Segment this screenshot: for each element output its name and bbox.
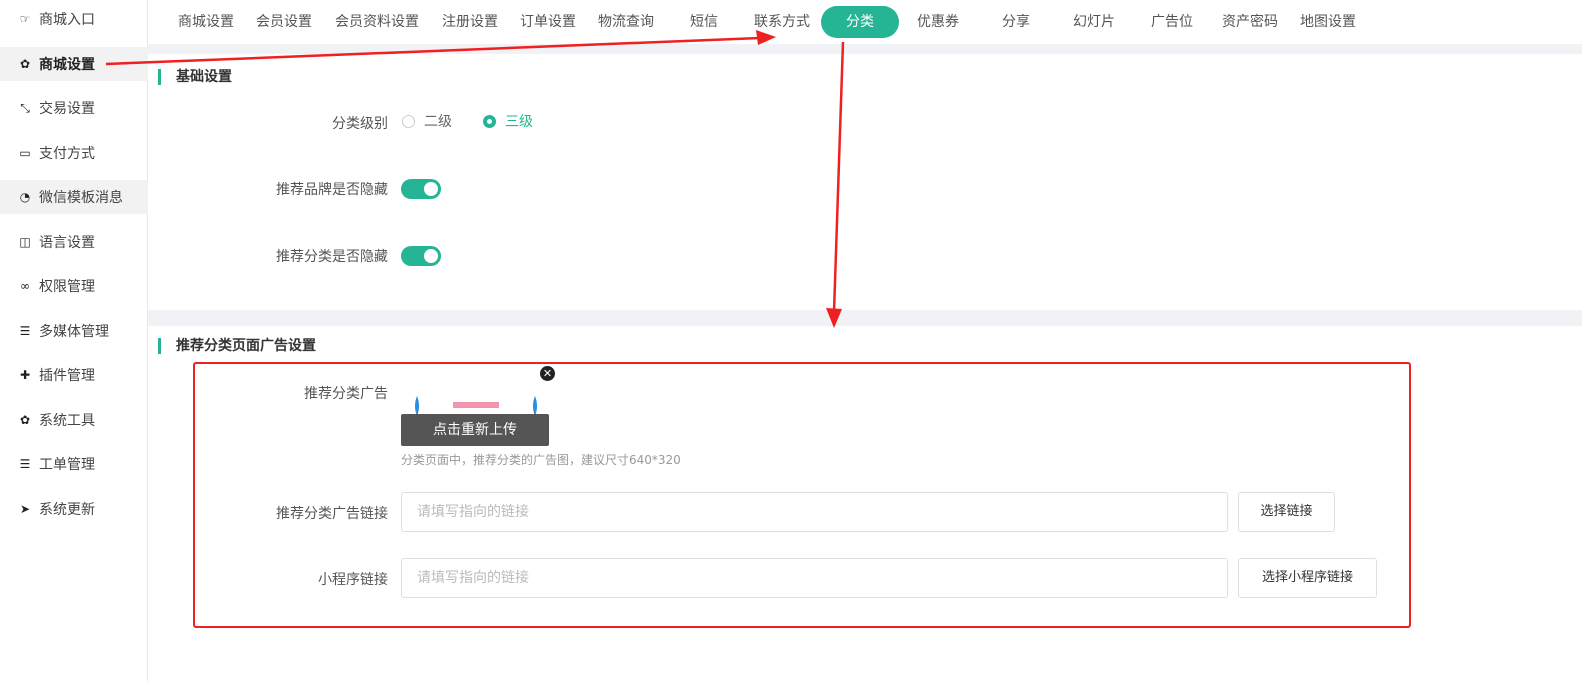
credit-card-icon: ▭ <box>19 146 31 160</box>
choose-link-button[interactable]: 选择链接 <box>1238 492 1335 532</box>
tab-asset-password[interactable]: 资产密码 <box>1218 6 1282 38</box>
sidebar-item-mall-entry[interactable]: ☞ 商城入口 <box>0 2 148 36</box>
radio-checked-icon <box>483 114 496 128</box>
sidebar-item-label: 语言设置 <box>39 235 95 251</box>
hide-category-label: 推荐分类是否隐藏 <box>276 249 388 265</box>
radio-circle-icon <box>402 114 415 128</box>
mini-program-link-label: 小程序链接 <box>318 572 388 588</box>
tab-map-settings[interactable]: 地图设置 <box>1296 6 1360 38</box>
hide-brand-switch[interactable] <box>401 179 441 199</box>
sidebar-item-label: 工单管理 <box>39 457 95 473</box>
tab-member-settings[interactable]: 会员设置 <box>252 6 316 38</box>
sidebar-item-label: 支付方式 <box>39 146 95 162</box>
tab-ad-slot[interactable]: 广告位 <box>1140 6 1204 38</box>
tab-logistics[interactable]: 物流查询 <box>594 6 658 38</box>
sidebar-item-mall-settings[interactable]: ✿ 商城设置 <box>0 47 148 81</box>
ad-settings-panel: 推荐分类页面广告设置 推荐分类广告 点击重新上传 ✕ 分类页面中，推荐分类的广告… <box>148 326 1582 681</box>
sidebar-item-label: 插件管理 <box>39 368 95 384</box>
mask-icon: ∞ <box>20 279 30 293</box>
section-title-basic: 基础设置 <box>158 69 232 85</box>
list-icon: ☰ <box>19 457 31 471</box>
sidebar-item-label: 系统更新 <box>39 502 95 518</box>
sidebar-item-system-tools[interactable]: ✿ 系统工具 <box>0 403 148 437</box>
ad-link-input[interactable] <box>401 492 1228 532</box>
radio-label: 二级 <box>424 114 452 130</box>
cog-icon: ✿ <box>19 413 31 427</box>
sidebar-item-label: 权限管理 <box>39 279 95 295</box>
sidebar-item-label: 交易设置 <box>39 101 95 117</box>
hide-brand-label: 推荐品牌是否隐藏 <box>276 182 388 198</box>
puzzle-icon: ✚ <box>19 368 31 382</box>
ad-image-uploader[interactable]: 点击重新上传 <box>401 386 549 446</box>
gear-icon: ✿ <box>19 57 31 71</box>
reupload-button[interactable]: 点击重新上传 <box>401 414 549 446</box>
sidebar-item-language[interactable]: ◫ 语言设置 <box>0 225 148 259</box>
ad-link-label: 推荐分类广告链接 <box>276 506 388 522</box>
tab-order[interactable]: 订单设置 <box>516 6 580 38</box>
sidebar: ☞ 商城入口 ✿ 商城设置 ⤡ 交易设置 ▭ 支付方式 ◔ 微信模板消息 ◫ 语… <box>0 0 148 681</box>
sidebar-item-label: 微信模板消息 <box>39 190 123 206</box>
settings-tabs: 商城设置 会员设置 会员资料设置 注册设置 订单设置 物流查询 短信 联系方式 … <box>148 0 1582 44</box>
tab-sms[interactable]: 短信 <box>672 6 736 38</box>
sidebar-item-label: 商城设置 <box>39 57 95 73</box>
tab-share[interactable]: 分享 <box>984 6 1048 38</box>
radio-level-2[interactable]: 二级 <box>402 111 452 131</box>
tab-slideshow[interactable]: 幻灯片 <box>1062 6 1126 38</box>
close-icon[interactable]: ✕ <box>540 366 555 381</box>
sidebar-item-system-update[interactable]: ➤ 系统更新 <box>0 492 148 526</box>
ad-image-label: 推荐分类广告 <box>304 386 388 402</box>
basic-settings-panel: 基础设置 分类级别 二级 三级 推荐品牌是否隐藏 推荐分类是否隐藏 <box>148 54 1582 310</box>
compress-arrows-icon: ⤡ <box>20 100 30 115</box>
sidebar-item-trade-settings[interactable]: ⤡ 交易设置 <box>0 91 148 125</box>
choose-mini-program-link-button[interactable]: 选择小程序链接 <box>1238 558 1377 598</box>
mini-program-link-input[interactable] <box>401 558 1228 598</box>
sidebar-item-permissions[interactable]: ∞ 权限管理 <box>0 269 148 303</box>
sidebar-item-media[interactable]: ☰ 多媒体管理 <box>0 314 148 348</box>
language-icon: ◫ <box>19 235 31 249</box>
sidebar-item-plugins[interactable]: ✚ 插件管理 <box>0 358 148 392</box>
sidebar-item-label: 商城入口 <box>39 12 95 28</box>
section-title-ad: 推荐分类页面广告设置 <box>158 338 316 354</box>
radio-label: 三级 <box>505 114 533 130</box>
sidebar-item-label: 系统工具 <box>39 413 95 429</box>
paper-plane-icon: ➤ <box>19 502 31 516</box>
ad-image-hint: 分类页面中，推荐分类的广告图，建议尺寸640*320 <box>401 453 681 467</box>
sidebar-item-payment[interactable]: ▭ 支付方式 <box>0 136 148 170</box>
hide-category-switch[interactable] <box>401 246 441 266</box>
hand-point-icon: ☞ <box>19 12 31 26</box>
category-level-label: 分类级别 <box>332 116 388 132</box>
ad-image-thumbnail <box>415 396 537 416</box>
sidebar-item-tickets[interactable]: ☰ 工单管理 <box>0 447 148 481</box>
tab-coupon[interactable]: 优惠券 <box>906 6 970 38</box>
tab-contact[interactable]: 联系方式 <box>750 6 814 38</box>
tab-mall-settings[interactable]: 商城设置 <box>174 6 238 38</box>
list-icon: ☰ <box>19 324 31 338</box>
sidebar-item-wechat-template[interactable]: ◔ 微信模板消息 <box>0 180 148 214</box>
radio-level-3[interactable]: 三级 <box>483 111 533 131</box>
tab-member-profile[interactable]: 会员资料设置 <box>330 6 424 38</box>
sidebar-item-label: 多媒体管理 <box>39 324 109 340</box>
tab-category[interactable]: 分类 <box>821 6 899 38</box>
tab-register[interactable]: 注册设置 <box>438 6 502 38</box>
wechat-icon: ◔ <box>19 190 31 204</box>
arrow-head-icon <box>826 308 842 328</box>
